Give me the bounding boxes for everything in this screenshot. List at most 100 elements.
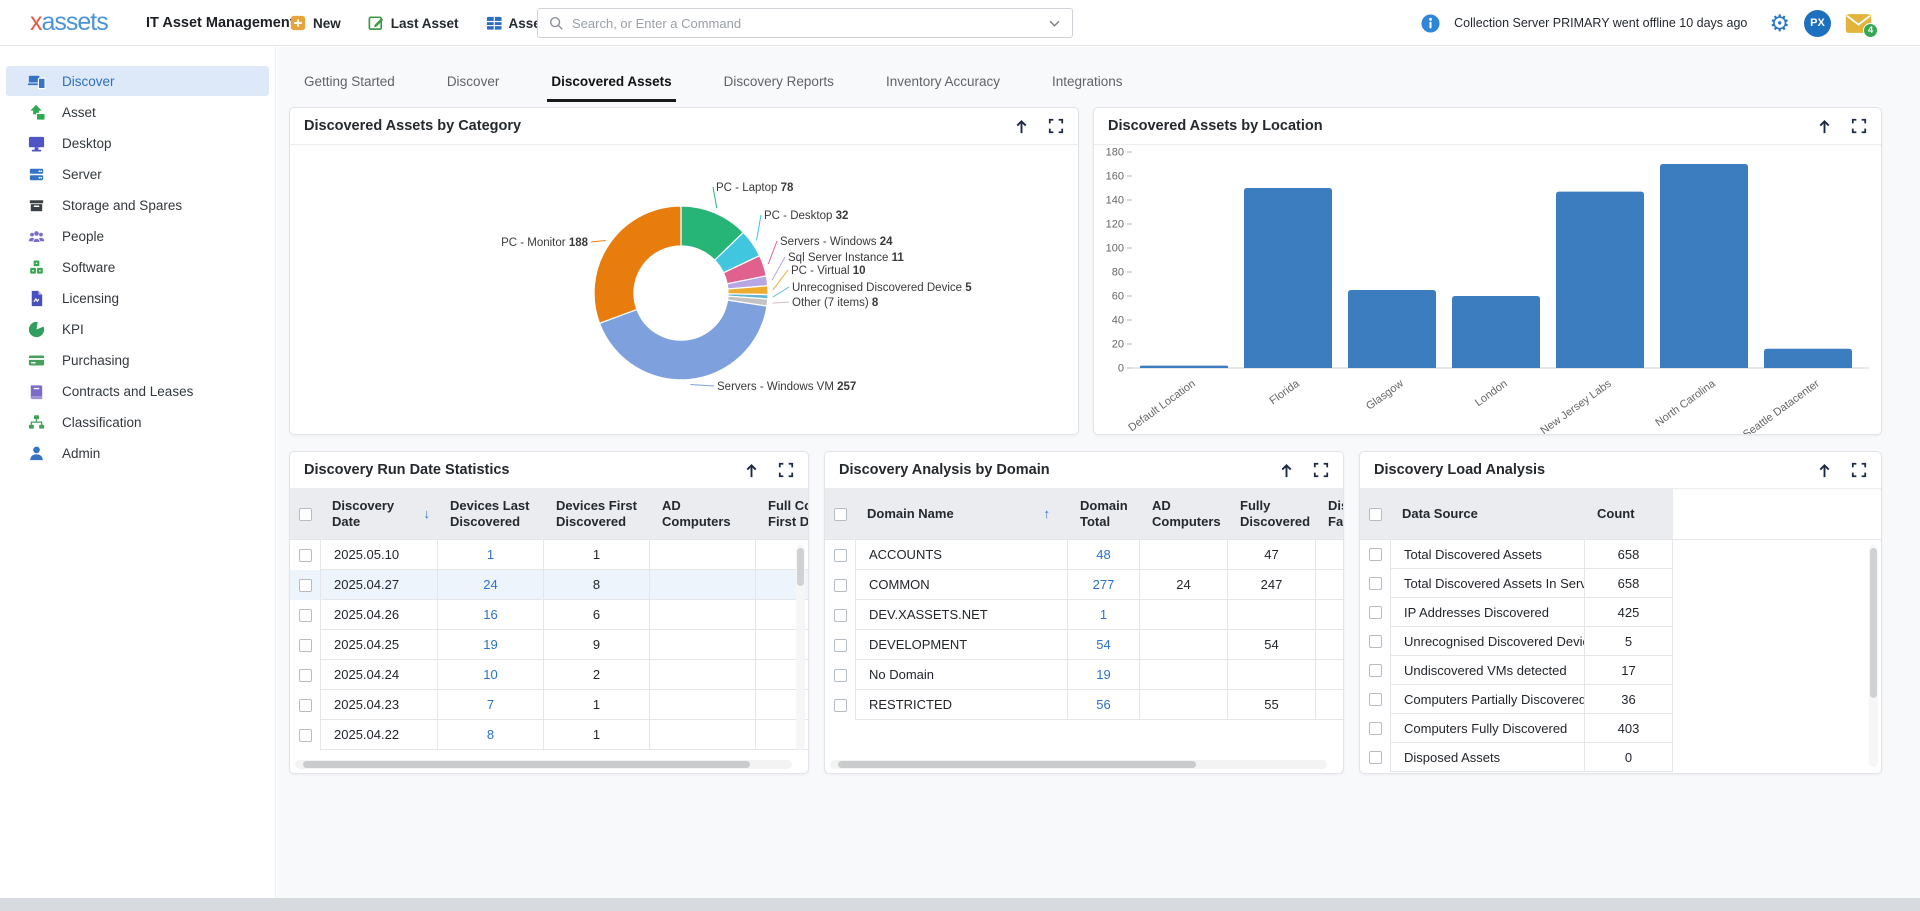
- cell-link[interactable]: 19: [483, 637, 497, 652]
- table-row[interactable]: 2025.04.26166: [290, 600, 808, 630]
- row-checkbox[interactable]: [1369, 722, 1382, 735]
- table-row[interactable]: DEVELOPMENT5454: [825, 630, 1343, 660]
- row-checkbox[interactable]: [299, 639, 312, 652]
- row-checkbox[interactable]: [299, 699, 312, 712]
- table-row[interactable]: 2025.04.27248: [290, 570, 808, 600]
- bar-default-location[interactable]: [1140, 366, 1228, 368]
- table-row[interactable]: No Domain19: [825, 660, 1343, 690]
- row-checkbox[interactable]: [299, 729, 312, 742]
- bar-north-carolina[interactable]: [1660, 164, 1748, 368]
- select-all-checkbox[interactable]: [299, 508, 312, 521]
- sidebar-item-contracts-and-leases[interactable]: Contracts and Leases: [6, 376, 269, 406]
- tab-discovered-assets[interactable]: Discovered Assets: [547, 68, 675, 102]
- column-header-data-source[interactable]: Data Source: [1390, 497, 1585, 531]
- last-asset-button[interactable]: Last Asset: [367, 14, 459, 32]
- new-button[interactable]: New: [289, 14, 341, 32]
- row-checkbox[interactable]: [1369, 664, 1382, 677]
- cell-link[interactable]: 1: [1100, 607, 1107, 622]
- sidebar-item-storage-and-spares[interactable]: Storage and Spares: [6, 190, 269, 220]
- table-row[interactable]: ACCOUNTS4847: [825, 540, 1343, 570]
- row-checkbox[interactable]: [1369, 548, 1382, 561]
- table-row[interactable]: COMMON27724247: [825, 570, 1343, 600]
- row-checkbox[interactable]: [1369, 751, 1382, 764]
- row-checkbox[interactable]: [1369, 577, 1382, 590]
- bar-seattle-datacenter[interactable]: [1764, 349, 1852, 368]
- messages-button[interactable]: 4: [1845, 13, 1872, 34]
- tab-getting-started[interactable]: Getting Started: [300, 68, 399, 102]
- horizontal-scrollbar[interactable]: [830, 760, 1327, 769]
- donut-slice-pc-monitor[interactable]: [594, 206, 681, 323]
- table-row[interactable]: Disposed Assets0: [1360, 743, 1881, 772]
- upload-arrow-icon[interactable]: [1816, 118, 1833, 135]
- row-checkbox[interactable]: [299, 549, 312, 562]
- sidebar-item-server[interactable]: Server: [6, 159, 269, 189]
- table-row[interactable]: Total Discovered Assets658: [1360, 540, 1881, 569]
- column-header-count[interactable]: Count: [1585, 497, 1673, 531]
- tab-integrations[interactable]: Integrations: [1048, 68, 1127, 102]
- cell-link[interactable]: 19: [1096, 667, 1110, 682]
- cell-link[interactable]: 8: [487, 727, 494, 742]
- sidebar-item-purchasing[interactable]: Purchasing: [6, 345, 269, 375]
- bar-glasgow[interactable]: [1348, 290, 1436, 368]
- avatar[interactable]: PX: [1804, 10, 1831, 37]
- select-all-checkbox[interactable]: [834, 508, 847, 521]
- sidebar-item-licensing[interactable]: Licensing: [6, 283, 269, 313]
- bar-london[interactable]: [1452, 296, 1540, 368]
- chevron-down-icon[interactable]: [1047, 16, 1062, 31]
- sidebar-item-people[interactable]: People: [6, 221, 269, 251]
- sidebar-item-software[interactable]: Software: [6, 252, 269, 282]
- column-header-discovery-date[interactable]: Discovery Date↓: [320, 489, 438, 539]
- table-row[interactable]: 2025.05.1011: [290, 540, 808, 570]
- table-row[interactable]: RESTRICTED5655: [825, 690, 1343, 720]
- search-combobox[interactable]: [537, 8, 1073, 38]
- tab-discovery-reports[interactable]: Discovery Reports: [720, 68, 838, 102]
- cell-link[interactable]: 10: [483, 667, 497, 682]
- sidebar-item-kpi[interactable]: KPI: [6, 314, 269, 344]
- upload-arrow-icon[interactable]: [1816, 462, 1833, 479]
- expand-icon[interactable]: [778, 462, 794, 478]
- table-row[interactable]: Computers Fully Discovered403: [1360, 714, 1881, 743]
- row-checkbox[interactable]: [1369, 693, 1382, 706]
- row-checkbox[interactable]: [1369, 606, 1382, 619]
- sidebar-item-classification[interactable]: Classification: [6, 407, 269, 437]
- row-checkbox[interactable]: [299, 669, 312, 682]
- table-row[interactable]: 2025.04.2371: [290, 690, 808, 720]
- column-header-domain[interactable]: Domain Total: [1068, 489, 1140, 539]
- row-checkbox[interactable]: [834, 669, 847, 682]
- vertical-scrollbar[interactable]: [796, 545, 805, 750]
- xassets-logo[interactable]: xassets: [30, 8, 108, 37]
- select-all-checkbox[interactable]: [1369, 508, 1382, 521]
- upload-arrow-icon[interactable]: [1013, 118, 1030, 135]
- table-row[interactable]: Unrecognised Discovered Devices5: [1360, 627, 1881, 656]
- row-checkbox[interactable]: [299, 609, 312, 622]
- upload-arrow-icon[interactable]: [743, 462, 760, 479]
- table-row[interactable]: 2025.04.25199: [290, 630, 808, 660]
- upload-arrow-icon[interactable]: [1278, 462, 1295, 479]
- vertical-scrollbar[interactable]: [1869, 545, 1878, 767]
- sidebar-item-asset[interactable]: Asset: [6, 97, 269, 127]
- cell-link[interactable]: 16: [483, 607, 497, 622]
- table-row[interactable]: 2025.04.2281: [290, 720, 808, 750]
- column-header-dis[interactable]: Dis Fail: [1316, 489, 1343, 539]
- table-row[interactable]: 2025.04.24102: [290, 660, 808, 690]
- search-input[interactable]: [572, 16, 1039, 31]
- sidebar-item-discover[interactable]: Discover: [6, 66, 269, 96]
- column-header-devices-last[interactable]: Devices Last Discovered: [438, 489, 544, 539]
- sidebar-item-admin[interactable]: Admin: [6, 438, 269, 468]
- row-checkbox[interactable]: [299, 579, 312, 592]
- table-row[interactable]: Computers Partially Discovered36: [1360, 685, 1881, 714]
- cell-link[interactable]: 54: [1096, 637, 1110, 652]
- column-header-domain-name[interactable]: Domain Name↑: [855, 497, 1068, 531]
- row-checkbox[interactable]: [834, 639, 847, 652]
- column-header-ad[interactable]: AD Computers: [1140, 489, 1228, 539]
- expand-icon[interactable]: [1851, 462, 1867, 478]
- table-row[interactable]: DEV.XASSETS.NET1: [825, 600, 1343, 630]
- cell-link[interactable]: 1: [487, 547, 494, 562]
- row-checkbox[interactable]: [1369, 635, 1382, 648]
- bar-new-jersey-labs[interactable]: [1556, 192, 1644, 368]
- bar-florida[interactable]: [1244, 188, 1332, 368]
- cell-link[interactable]: 56: [1096, 697, 1110, 712]
- gear-icon[interactable]: ⚙: [1769, 12, 1790, 35]
- column-header-full-comp[interactable]: Full Comp First Disc: [756, 489, 808, 539]
- table-row[interactable]: Total Discovered Assets In Service658: [1360, 569, 1881, 598]
